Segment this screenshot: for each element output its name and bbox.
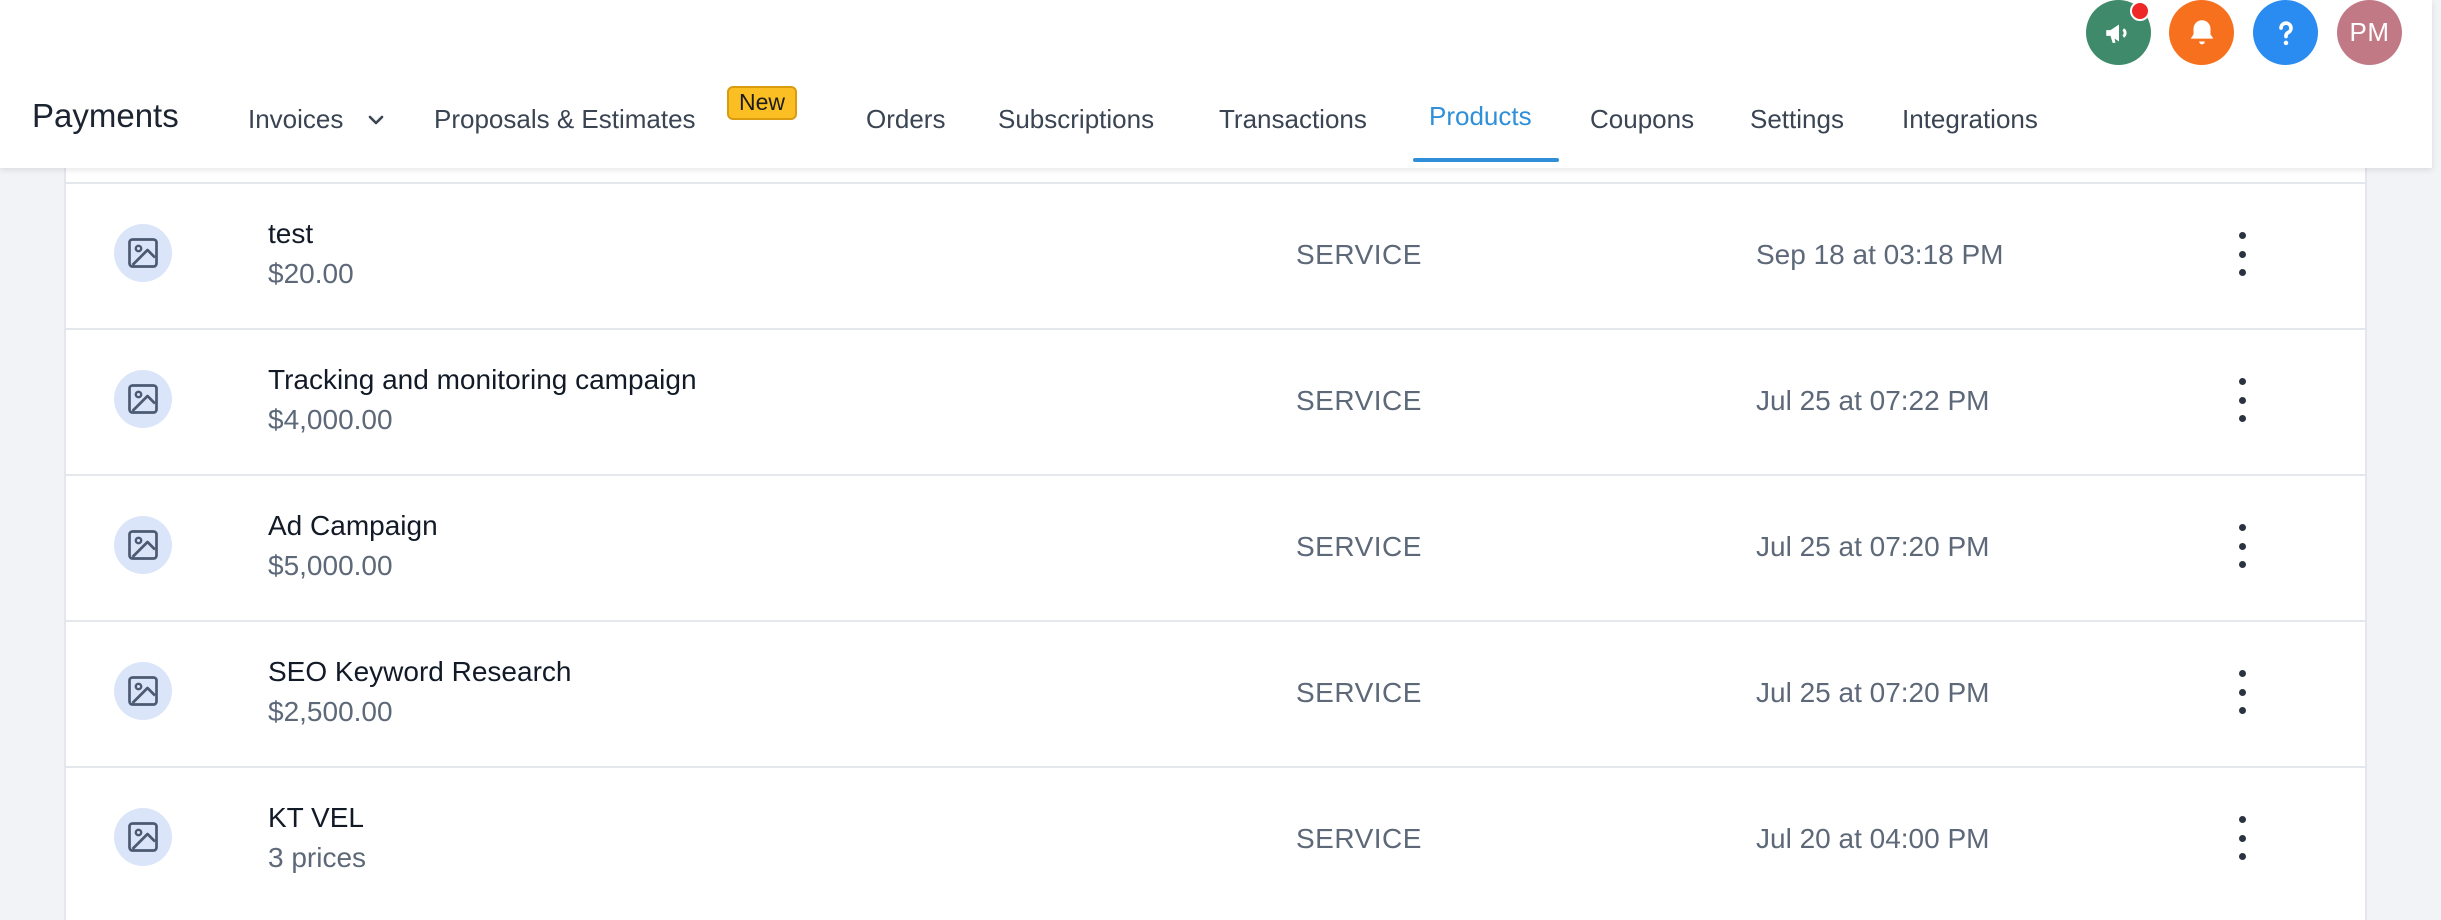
- more-options-icon[interactable]: [2228, 378, 2256, 422]
- product-type: SERVICE: [1296, 823, 1422, 854]
- image-icon: [128, 822, 158, 852]
- active-tab-indicator: [1413, 158, 1559, 162]
- tab-integrations[interactable]: Integrations: [1902, 101, 2038, 137]
- product-updated-date: Jul 25 at 07:20 PM: [1756, 677, 1990, 708]
- product-image-placeholder: [114, 224, 172, 282]
- tab-transactions[interactable]: Transactions: [1219, 101, 1367, 137]
- product-price: 3 prices: [268, 842, 367, 873]
- user-avatar[interactable]: PM: [2337, 0, 2402, 65]
- product-price: $20.00: [268, 258, 354, 289]
- tab-orders[interactable]: Orders: [866, 101, 945, 137]
- image-icon: [128, 676, 158, 706]
- more-options-icon[interactable]: [2228, 232, 2256, 276]
- chevron-down-icon[interactable]: [366, 110, 386, 130]
- product-image-placeholder: [114, 808, 172, 866]
- tab-coupons[interactable]: Coupons: [1590, 101, 1694, 137]
- page-title: Payments: [32, 97, 179, 134]
- products-table: test $20.00 SERVICE Sep 18 at 03:18 PM T…: [64, 160, 2367, 920]
- help-button[interactable]: [2253, 0, 2318, 65]
- product-type: SERVICE: [1296, 677, 1422, 708]
- image-icon: [128, 238, 158, 268]
- image-icon: [128, 530, 158, 560]
- table-row[interactable]: SEO Keyword Research $2,500.00 SERVICE J…: [66, 620, 2365, 766]
- product-type: SERVICE: [1296, 239, 1422, 270]
- product-price: $2,500.00: [268, 696, 393, 727]
- more-options-icon[interactable]: [2228, 816, 2256, 860]
- product-updated-date: Jul 20 at 04:00 PM: [1756, 823, 1990, 854]
- new-badge: New: [727, 86, 797, 120]
- product-updated-date: Sep 18 at 03:18 PM: [1756, 239, 2004, 270]
- product-name[interactable]: Tracking and monitoring campaign: [268, 363, 697, 397]
- product-updated-date: Jul 25 at 07:20 PM: [1756, 531, 1990, 562]
- product-type: SERVICE: [1296, 385, 1422, 416]
- top-header: PM Payments Invoices Proposals & Estimat…: [0, 0, 2432, 168]
- table-row[interactable]: KT VEL 3 prices SERVICE Jul 20 at 04:00 …: [66, 766, 2365, 912]
- product-type: SERVICE: [1296, 531, 1422, 562]
- question-icon: [2278, 20, 2293, 45]
- table-row[interactable]: test $20.00 SERVICE Sep 18 at 03:18 PM: [66, 182, 2365, 328]
- product-name[interactable]: SEO Keyword Research: [268, 655, 571, 689]
- table-row[interactable]: Tracking and monitoring campaign $4,000.…: [66, 328, 2365, 474]
- product-image-placeholder: [114, 662, 172, 720]
- product-name[interactable]: test: [268, 217, 313, 251]
- product-image-placeholder: [114, 516, 172, 574]
- megaphone-icon: [2105, 24, 2126, 43]
- tab-settings[interactable]: Settings: [1750, 101, 1844, 137]
- avatar-initials: PM: [2349, 17, 2390, 47]
- product-price: $4,000.00: [268, 404, 393, 435]
- product-price: $5,000.00: [268, 550, 393, 581]
- tab-invoices[interactable]: Invoices: [248, 101, 343, 137]
- product-name[interactable]: Ad Campaign: [268, 509, 438, 543]
- product-image-placeholder: [114, 370, 172, 428]
- image-icon: [128, 384, 158, 414]
- more-options-icon[interactable]: [2228, 524, 2256, 568]
- tab-subscriptions[interactable]: Subscriptions: [998, 101, 1154, 137]
- table-row[interactable]: Ad Campaign $5,000.00 SERVICE Jul 25 at …: [66, 474, 2365, 620]
- tab-products[interactable]: Products: [1429, 98, 1532, 134]
- tab-proposals-estimates[interactable]: Proposals & Estimates: [434, 101, 696, 137]
- bell-icon: [2190, 19, 2213, 44]
- top-action-bar: PM: [0, 0, 2432, 65]
- unread-indicator: [2130, 1, 2150, 21]
- notifications-button[interactable]: [2169, 0, 2234, 65]
- more-options-icon[interactable]: [2228, 670, 2256, 714]
- product-updated-date: Jul 25 at 07:22 PM: [1756, 385, 1990, 416]
- product-name[interactable]: KT VEL: [268, 801, 364, 835]
